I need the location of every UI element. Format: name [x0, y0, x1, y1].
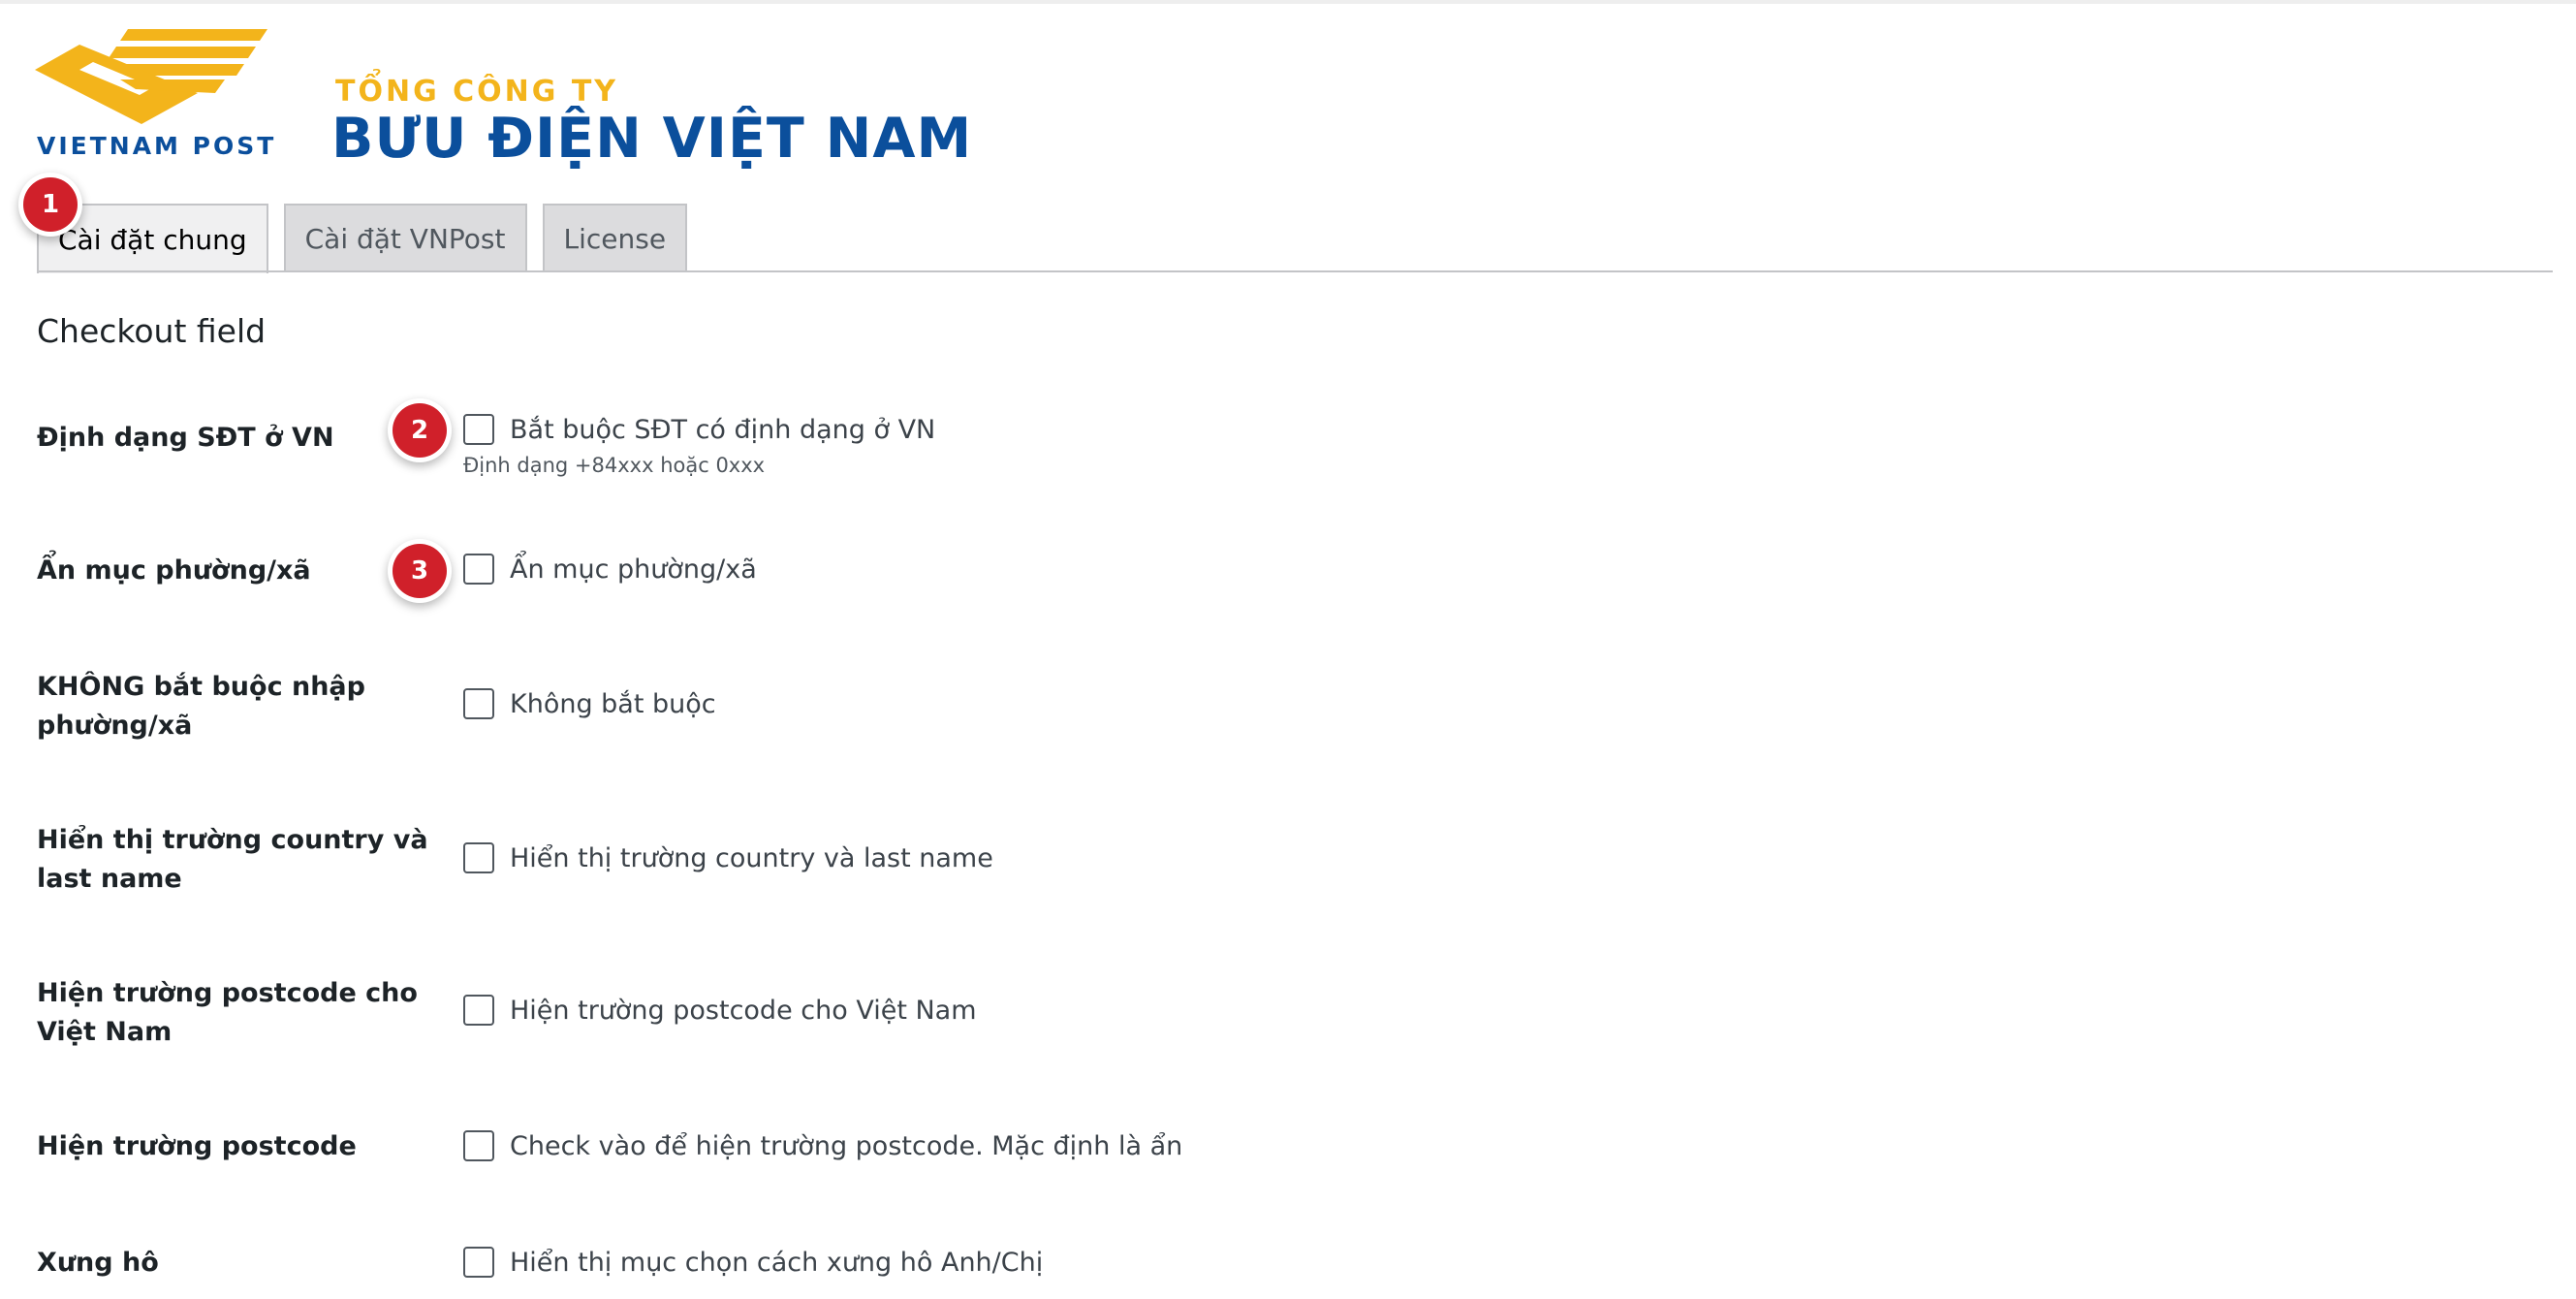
country-lastname-checkbox[interactable]: [463, 842, 494, 873]
salutation-checkbox-label: Hiển thị mục chọn cách xưng hô Anh/Chị: [510, 1247, 1044, 1278]
ward-optional-checkbox[interactable]: [463, 688, 494, 719]
country-lastname-checkbox-label: Hiển thị trường country và last name: [510, 842, 993, 873]
settings-tabs: Cài đặt chung Cài đặt VNPost License: [37, 204, 688, 273]
section-title: Checkout field: [37, 312, 267, 350]
step-marker-1: 1: [23, 177, 78, 232]
field-hide-ward: Ẩn mục phường/xã: [463, 550, 757, 588]
field-phone-format: Bắt buộc SĐT có định dạng ở VN: [463, 410, 935, 449]
field-postcode-vietnam: Hiện trường postcode cho Việt Nam: [463, 991, 977, 1030]
postcode-vietnam-checkbox[interactable]: [463, 995, 494, 1026]
postcode-checkbox[interactable]: [463, 1130, 494, 1161]
field-label-hide-ward: Ẩn mục phường/xã: [37, 555, 311, 586]
field-label-phone-format: Định dạng SĐT ở VN: [37, 423, 334, 453]
vietnam-post-emblem-icon: [35, 29, 267, 124]
phone-format-checkbox-label: Bắt buộc SĐT có định dạng ở VN: [510, 414, 936, 445]
tab-license[interactable]: License: [542, 204, 688, 271]
step-marker-3: 3: [393, 544, 447, 598]
field-label-salutation: Xưng hô: [37, 1248, 159, 1278]
field-postcode: Check vào để hiện trường postcode. Mặc đ…: [463, 1126, 1182, 1165]
field-country-lastname: Hiển thị trường country và last name: [463, 839, 993, 877]
salutation-checkbox[interactable]: [463, 1247, 494, 1278]
tabs-divider: [37, 270, 2553, 272]
ward-optional-checkbox-label: Không bắt buộc: [510, 688, 716, 719]
vietnam-post-logo: VIETNAM POST TỔNG CÔNG TY BƯU ĐIỆN VIỆT …: [35, 27, 1052, 173]
field-ward-optional: Không bắt buộc: [463, 684, 716, 723]
hide-ward-checkbox-label: Ẩn mục phường/xã: [510, 554, 757, 585]
tab-vnpost-settings[interactable]: Cài đặt VNPost: [283, 204, 527, 271]
field-label-ward-optional: KHÔNG bắt buộc nhập phường/xã: [37, 672, 365, 741]
field-label-postcode: Hiện trường postcode: [37, 1131, 357, 1161]
step-marker-2: 2: [393, 403, 447, 458]
postcode-vietnam-checkbox-label: Hiện trường postcode cho Việt Nam: [510, 995, 977, 1026]
field-label-country-lastname: Hiển thị trường country và last name: [37, 825, 428, 894]
phone-format-checkbox[interactable]: [463, 414, 494, 445]
postcode-checkbox-label: Check vào để hiện trường postcode. Mặc đ…: [510, 1130, 1183, 1161]
field-label-postcode-vietnam: Hiện trường postcode cho Việt Nam: [37, 978, 418, 1047]
logo-company-line: TỔNG CÔNG TY: [335, 75, 619, 109]
logo-brand-text: VIETNAM POST: [37, 132, 277, 160]
logo-company-name: BƯU ĐIỆN VIỆT NAM: [331, 107, 973, 171]
field-salutation: Hiển thị mục chọn cách xưng hô Anh/Chị: [463, 1243, 1043, 1282]
phone-format-description: Định dạng +84xxx hoặc 0xxx: [463, 454, 766, 477]
hide-ward-checkbox[interactable]: [463, 554, 494, 585]
top-border: [0, 0, 2576, 4]
